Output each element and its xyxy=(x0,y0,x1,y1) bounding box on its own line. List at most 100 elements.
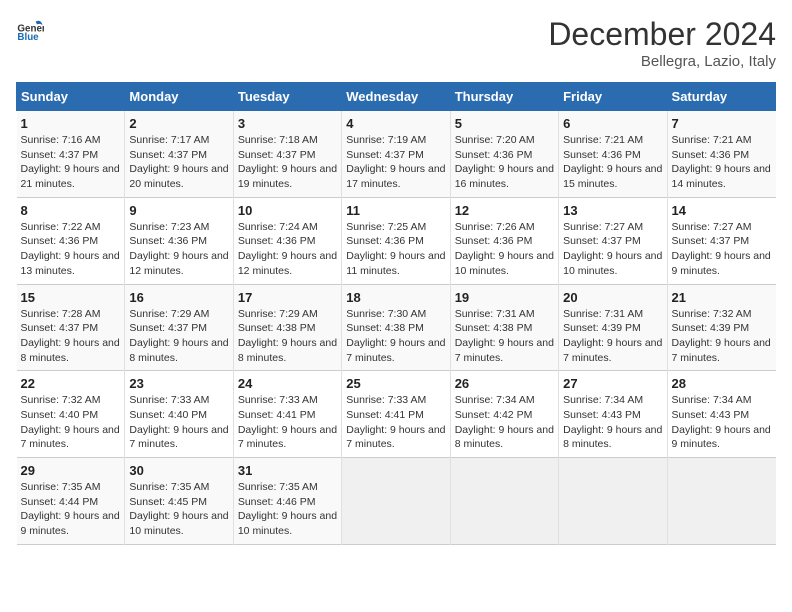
calendar-cell: 11 Sunrise: 7:25 AM Sunset: 4:36 PM Dayli… xyxy=(342,197,450,284)
day-number: 26 xyxy=(455,376,554,391)
col-header-friday: Friday xyxy=(559,83,667,111)
day-info: Sunrise: 7:18 AM Sunset: 4:37 PM Dayligh… xyxy=(238,133,337,192)
calendar-cell: 26Sunrise: 7:34 AM Sunset: 4:42 PM Dayli… xyxy=(450,371,558,458)
day-number: 8 xyxy=(21,203,121,218)
day-number: 18 xyxy=(346,290,445,305)
calendar-cell: 16 Sunrise: 7:29 AM Sunset: 4:37 PM Dayli… xyxy=(125,284,233,371)
day-info: Sunrise: 7:17 AM Sunset: 4:37 PM Dayligh… xyxy=(129,133,228,192)
day-info: Sunrise: 7:34 AM Sunset: 4:43 PM Dayligh… xyxy=(672,393,772,452)
header: General Blue December 2024 Bellegra, Laz… xyxy=(16,16,776,70)
week-row-4: 22Sunrise: 7:32 AM Sunset: 4:40 PM Dayli… xyxy=(17,371,776,458)
calendar-cell xyxy=(559,458,667,545)
day-number: 5 xyxy=(455,116,554,131)
title-area: December 2024 Bellegra, Lazio, Italy xyxy=(548,16,776,70)
week-row-3: 15 Sunrise: 7:28 AM Sunset: 4:37 PM Dayli… xyxy=(17,284,776,371)
calendar-cell xyxy=(342,458,450,545)
day-info: Sunrise: 7:35 AM Sunset: 4:44 PM Dayligh… xyxy=(21,480,121,539)
day-info: Sunrise: 7:20 AM Sunset: 4:36 PM Dayligh… xyxy=(455,133,554,192)
calendar-cell: 19Sunrise: 7:31 AM Sunset: 4:38 PM Dayli… xyxy=(450,284,558,371)
day-info: Sunrise: 7:29 AM Sunset: 4:38 PM Dayligh… xyxy=(238,307,337,366)
day-number: 11 xyxy=(346,203,445,218)
calendar-cell: 30Sunrise: 7:35 AM Sunset: 4:45 PM Dayli… xyxy=(125,458,233,545)
day-number: 6 xyxy=(563,116,662,131)
day-number: 25 xyxy=(346,376,445,391)
day-number: 1 xyxy=(21,116,121,131)
calendar-cell: 15 Sunrise: 7:28 AM Sunset: 4:37 PM Dayli… xyxy=(17,284,125,371)
day-number: 27 xyxy=(563,376,662,391)
calendar-cell: 13Sunrise: 7:27 AM Sunset: 4:37 PM Dayli… xyxy=(559,197,667,284)
day-info: Sunrise: 7:22 AM Sunset: 4:36 PM Dayligh… xyxy=(21,220,121,279)
calendar-cell: 4 Sunrise: 7:19 AM Sunset: 4:37 PM Daylig… xyxy=(342,111,450,198)
day-info: Sunrise: 7:27 AM Sunset: 4:37 PM Dayligh… xyxy=(563,220,662,279)
logo-icon: General Blue xyxy=(16,16,44,44)
calendar-cell: 31 Sunrise: 7:35 AM Sunset: 4:46 PM Dayli… xyxy=(233,458,341,545)
day-number: 12 xyxy=(455,203,554,218)
day-info: Sunrise: 7:24 AM Sunset: 4:36 PM Dayligh… xyxy=(238,220,337,279)
calendar-cell: 9Sunrise: 7:23 AM Sunset: 4:36 PM Daylig… xyxy=(125,197,233,284)
day-number: 24 xyxy=(238,376,337,391)
calendar-cell: 25Sunrise: 7:33 AM Sunset: 4:41 PM Dayli… xyxy=(342,371,450,458)
day-number: 3 xyxy=(238,116,337,131)
subtitle: Bellegra, Lazio, Italy xyxy=(548,53,776,70)
calendar-cell: 18 Sunrise: 7:30 AM Sunset: 4:38 PM Dayli… xyxy=(342,284,450,371)
day-number: 14 xyxy=(672,203,772,218)
day-info: Sunrise: 7:33 AM Sunset: 4:40 PM Dayligh… xyxy=(129,393,228,452)
day-info: Sunrise: 7:16 AM Sunset: 4:37 PM Dayligh… xyxy=(21,133,121,192)
day-info: Sunrise: 7:25 AM Sunset: 4:36 PM Dayligh… xyxy=(346,220,445,279)
calendar-cell: 8 Sunrise: 7:22 AM Sunset: 4:36 PM Daylig… xyxy=(17,197,125,284)
day-number: 15 xyxy=(21,290,121,305)
day-info: Sunrise: 7:35 AM Sunset: 4:46 PM Dayligh… xyxy=(238,480,337,539)
day-info: Sunrise: 7:26 AM Sunset: 4:36 PM Dayligh… xyxy=(455,220,554,279)
col-header-saturday: Saturday xyxy=(667,83,775,111)
day-number: 7 xyxy=(672,116,772,131)
col-header-wednesday: Wednesday xyxy=(342,83,450,111)
day-number: 29 xyxy=(21,463,121,478)
day-info: Sunrise: 7:32 AM Sunset: 4:39 PM Dayligh… xyxy=(672,307,772,366)
calendar-cell: 3 Sunrise: 7:18 AM Sunset: 4:37 PM Daylig… xyxy=(233,111,341,198)
col-header-monday: Monday xyxy=(125,83,233,111)
main-title: December 2024 xyxy=(548,16,776,53)
day-number: 31 xyxy=(238,463,337,478)
day-info: Sunrise: 7:28 AM Sunset: 4:37 PM Dayligh… xyxy=(21,307,121,366)
day-info: Sunrise: 7:30 AM Sunset: 4:38 PM Dayligh… xyxy=(346,307,445,366)
calendar-cell: 12 Sunrise: 7:26 AM Sunset: 4:36 PM Dayli… xyxy=(450,197,558,284)
week-row-5: 29 Sunrise: 7:35 AM Sunset: 4:44 PM Dayli… xyxy=(17,458,776,545)
calendar-cell xyxy=(450,458,558,545)
day-number: 4 xyxy=(346,116,445,131)
day-info: Sunrise: 7:19 AM Sunset: 4:37 PM Dayligh… xyxy=(346,133,445,192)
calendar-cell: 7 Sunrise: 7:21 AM Sunset: 4:36 PM Daylig… xyxy=(667,111,775,198)
day-number: 10 xyxy=(238,203,337,218)
calendar-cell: 2 Sunrise: 7:17 AM Sunset: 4:37 PM Daylig… xyxy=(125,111,233,198)
calendar-cell: 29 Sunrise: 7:35 AM Sunset: 4:44 PM Dayli… xyxy=(17,458,125,545)
header-row: SundayMondayTuesdayWednesdayThursdayFrid… xyxy=(17,83,776,111)
day-info: Sunrise: 7:21 AM Sunset: 4:36 PM Dayligh… xyxy=(672,133,772,192)
day-info: Sunrise: 7:21 AM Sunset: 4:36 PM Dayligh… xyxy=(563,133,662,192)
day-info: Sunrise: 7:34 AM Sunset: 4:43 PM Dayligh… xyxy=(563,393,662,452)
calendar-cell: 28 Sunrise: 7:34 AM Sunset: 4:43 PM Dayli… xyxy=(667,371,775,458)
day-info: Sunrise: 7:35 AM Sunset: 4:45 PM Dayligh… xyxy=(129,480,228,539)
day-info: Sunrise: 7:32 AM Sunset: 4:40 PM Dayligh… xyxy=(21,393,121,452)
day-info: Sunrise: 7:31 AM Sunset: 4:38 PM Dayligh… xyxy=(455,307,554,366)
day-number: 9 xyxy=(129,203,228,218)
week-row-1: 1 Sunrise: 7:16 AM Sunset: 4:37 PM Daylig… xyxy=(17,111,776,198)
calendar-cell: 23 Sunrise: 7:33 AM Sunset: 4:40 PM Dayli… xyxy=(125,371,233,458)
col-header-tuesday: Tuesday xyxy=(233,83,341,111)
day-info: Sunrise: 7:31 AM Sunset: 4:39 PM Dayligh… xyxy=(563,307,662,366)
day-number: 17 xyxy=(238,290,337,305)
day-info: Sunrise: 7:29 AM Sunset: 4:37 PM Dayligh… xyxy=(129,307,228,366)
calendar-table: SundayMondayTuesdayWednesdayThursdayFrid… xyxy=(16,82,776,545)
day-number: 2 xyxy=(129,116,228,131)
day-number: 23 xyxy=(129,376,228,391)
calendar-cell: 14 Sunrise: 7:27 AM Sunset: 4:37 PM Dayli… xyxy=(667,197,775,284)
calendar-cell: 6 Sunrise: 7:21 AM Sunset: 4:36 PM Daylig… xyxy=(559,111,667,198)
calendar-cell: 20 Sunrise: 7:31 AM Sunset: 4:39 PM Dayli… xyxy=(559,284,667,371)
day-info: Sunrise: 7:27 AM Sunset: 4:37 PM Dayligh… xyxy=(672,220,772,279)
day-number: 28 xyxy=(672,376,772,391)
calendar-cell: 1 Sunrise: 7:16 AM Sunset: 4:37 PM Daylig… xyxy=(17,111,125,198)
calendar-cell: 10 Sunrise: 7:24 AM Sunset: 4:36 PM Dayli… xyxy=(233,197,341,284)
col-header-sunday: Sunday xyxy=(17,83,125,111)
week-row-2: 8 Sunrise: 7:22 AM Sunset: 4:36 PM Daylig… xyxy=(17,197,776,284)
day-number: 20 xyxy=(563,290,662,305)
day-number: 16 xyxy=(129,290,228,305)
calendar-cell: 5 Sunrise: 7:20 AM Sunset: 4:36 PM Daylig… xyxy=(450,111,558,198)
